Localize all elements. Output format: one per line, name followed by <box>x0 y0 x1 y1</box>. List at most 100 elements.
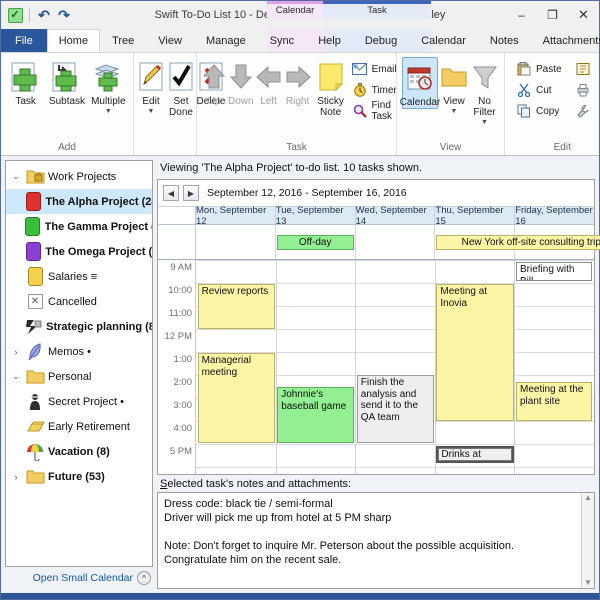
open-small-calendar-link[interactable]: Open Small Calendar <box>33 572 133 584</box>
time-label-9am: 9 AM <box>170 262 192 273</box>
paste-button[interactable]: Paste <box>513 60 565 78</box>
calendar-view-button[interactable]: Calendar <box>400 57 440 109</box>
notes-text[interactable]: Dress code: black tie / semi-formal Driv… <box>158 493 581 588</box>
tree-item-personal[interactable]: ⌄ Personal <box>6 364 152 389</box>
cut-button[interactable]: Cut <box>513 81 565 99</box>
all-day-event-offday[interactable]: Off-day <box>276 235 354 250</box>
move-left-button[interactable]: Left <box>255 57 282 107</box>
event-review-reports[interactable]: Review reports <box>197 284 275 329</box>
tree-item-work-projects[interactable]: ⌄ Work Projects <box>6 164 152 189</box>
no-filter-button[interactable]: No Filter ▼ <box>470 57 499 126</box>
ribbon-group-view: Calendar View ▼ No Filter ▼ View <box>396 53 504 155</box>
tab-calendar[interactable]: Calendar <box>409 29 478 52</box>
view-caret-icon[interactable]: ▼ <box>451 108 458 115</box>
redo-button[interactable]: ↶ <box>56 7 72 23</box>
status-bar <box>1 593 599 599</box>
maximize-button[interactable]: ❐ <box>537 1 568 29</box>
arrow-down-icon <box>229 60 253 94</box>
tree-item-cancelled[interactable]: ✕ Cancelled <box>6 289 152 314</box>
tab-manage[interactable]: Manage <box>194 29 258 52</box>
no-filter-caret-icon[interactable]: ▼ <box>481 119 488 126</box>
tree-item-salaries[interactable]: Salaries ≡ <box>6 264 152 289</box>
tree-item-label: Vacation (8) <box>48 445 110 458</box>
add-multiple-button[interactable]: Multiple ▼ <box>89 57 128 115</box>
view-button[interactable]: View ▼ <box>440 57 468 115</box>
select-button[interactable]: ▼ <box>572 60 600 78</box>
undo-button[interactable]: ↶ <box>36 7 52 23</box>
tab-sync[interactable]: Sync <box>258 29 306 52</box>
tree-item-the-gamma-project[interactable]: The Gamma Project (3) <box>6 214 152 239</box>
move-right-button[interactable]: Right <box>284 57 312 107</box>
tree-item-the-alpha-project[interactable]: The Alpha Project (24) <box>6 189 152 214</box>
previous-week-button[interactable]: ◀ <box>163 185 179 201</box>
next-week-button[interactable]: ▶ <box>183 185 199 201</box>
all-day-event-ny-trip[interactable]: New York off-site consulting trip <box>436 235 600 250</box>
event-johnnies-baseball-game[interactable]: Johnnie's baseball game <box>277 387 355 443</box>
event-meeting-at-the-plant-site[interactable]: Meeting at the plant site <box>515 382 593 421</box>
print-button[interactable]: ▼ <box>572 81 600 99</box>
all-day-cell-mon[interactable] <box>196 225 276 259</box>
funnel-icon <box>471 60 499 94</box>
event-meeting-at-inovia[interactable]: Meeting at Inovia <box>436 284 514 421</box>
move-down-button[interactable]: Down <box>228 57 254 107</box>
sticky-note-button[interactable]: Sticky Note <box>317 57 345 118</box>
contextual-group-calendar-bar <box>267 1 323 4</box>
tab-help[interactable]: Help <box>306 29 353 52</box>
chevron-up-icon[interactable]: ^ <box>137 571 151 585</box>
edit-button[interactable]: Edit ▼ <box>137 57 165 115</box>
tree-item-early-retirement[interactable]: Early Retirement <box>6 414 152 439</box>
tree-item-the-omega-project[interactable]: The Omega Project (1) <box>6 239 152 264</box>
move-up-label: Up <box>207 96 221 107</box>
event-briefing-with-bill[interactable]: Briefing with Bill <box>515 262 593 281</box>
chevron-right-icon[interactable]: › <box>10 472 22 482</box>
tree-item-future[interactable]: › Future (53) <box>6 464 152 489</box>
chip-yellow-icon <box>25 267 45 287</box>
chevron-down-icon[interactable]: ⌄ <box>10 171 22 182</box>
event-managerial-meeting[interactable]: Managerial meeting <box>197 353 275 443</box>
event-drinks-at-luigis[interactable]: Drinks at Luigi's <box>436 446 514 463</box>
day-header-thu[interactable]: Thu, September 15 <box>435 205 516 227</box>
day-header-fri[interactable]: Friday, September 16 <box>515 205 594 227</box>
all-day-cell-thu[interactable]: New York off-site consulting trip <box>435 225 600 259</box>
tab-attachments[interactable]: Attachments <box>531 29 600 52</box>
tab-debug[interactable]: Debug <box>353 29 409 52</box>
event-finish-the-analysis[interactable]: Finish the analysis and send it to the Q… <box>356 375 434 443</box>
add-subtask-button[interactable]: Subtask <box>47 57 86 107</box>
tab-file[interactable]: File <box>1 29 47 52</box>
edit-caret-icon[interactable]: ▼ <box>148 108 155 115</box>
add-multiple-caret-icon[interactable]: ▼ <box>105 108 112 115</box>
tab-view[interactable]: View <box>146 29 194 52</box>
chevron-right-icon[interactable]: › <box>10 347 22 357</box>
minimize-button[interactable]: – <box>506 1 537 29</box>
notes-label-rest: elected task's notes and attachments: <box>167 478 352 490</box>
copy-label: Copy <box>536 105 560 117</box>
move-up-button[interactable]: Up <box>202 57 226 107</box>
notes-box[interactable]: Dress code: black tie / semi-formal Driv… <box>157 492 595 589</box>
day-header-tue[interactable]: Tue, September 13 <box>276 205 356 227</box>
tab-tree[interactable]: Tree <box>100 29 146 52</box>
all-day-cell-tue[interactable]: Off-day <box>276 225 356 259</box>
tree-item-secret-project[interactable]: Secret Project • <box>6 389 152 414</box>
set-done-button[interactable]: Set Done <box>167 57 195 118</box>
contextual-tab-groups: Calendar Task <box>267 1 431 19</box>
tab-home[interactable]: Home <box>46 29 101 52</box>
options-button[interactable] <box>572 102 600 120</box>
scroll-up-icon[interactable]: ▲ <box>584 493 592 503</box>
time-columns[interactable]: Review reports Managerial meeting Johnni… <box>196 260 594 474</box>
close-button[interactable]: ✕ <box>568 1 599 29</box>
project-tree[interactable]: ⌄ Work Projects The Alpha Project (24) T… <box>5 160 153 567</box>
tree-item-strategic-planning[interactable]: Strategic planning (8) <box>6 314 152 339</box>
add-task-button[interactable]: Task <box>6 57 45 107</box>
tree-item-memos[interactable]: › Memos • <box>6 339 152 364</box>
day-header-mon[interactable]: Mon, September 12 <box>196 205 276 227</box>
copy-button[interactable]: Copy <box>513 102 565 120</box>
tree-item-vacation[interactable]: Vacation (8) <box>6 439 152 464</box>
add-subtask-label: Subtask <box>48 96 86 107</box>
time-grid-body: 9 AM 10:00 11:00 12 PM 1:00 2:00 3:00 4:… <box>158 260 594 474</box>
all-day-cell-wed[interactable] <box>356 225 436 259</box>
day-header-wed[interactable]: Wed, September 14 <box>356 205 436 227</box>
tab-notes[interactable]: Notes <box>478 29 531 52</box>
chevron-down-icon[interactable]: ⌄ <box>10 371 22 382</box>
scroll-down-icon[interactable]: ▼ <box>584 578 592 588</box>
notes-scrollbar[interactable]: ▲ ▼ <box>581 493 594 588</box>
